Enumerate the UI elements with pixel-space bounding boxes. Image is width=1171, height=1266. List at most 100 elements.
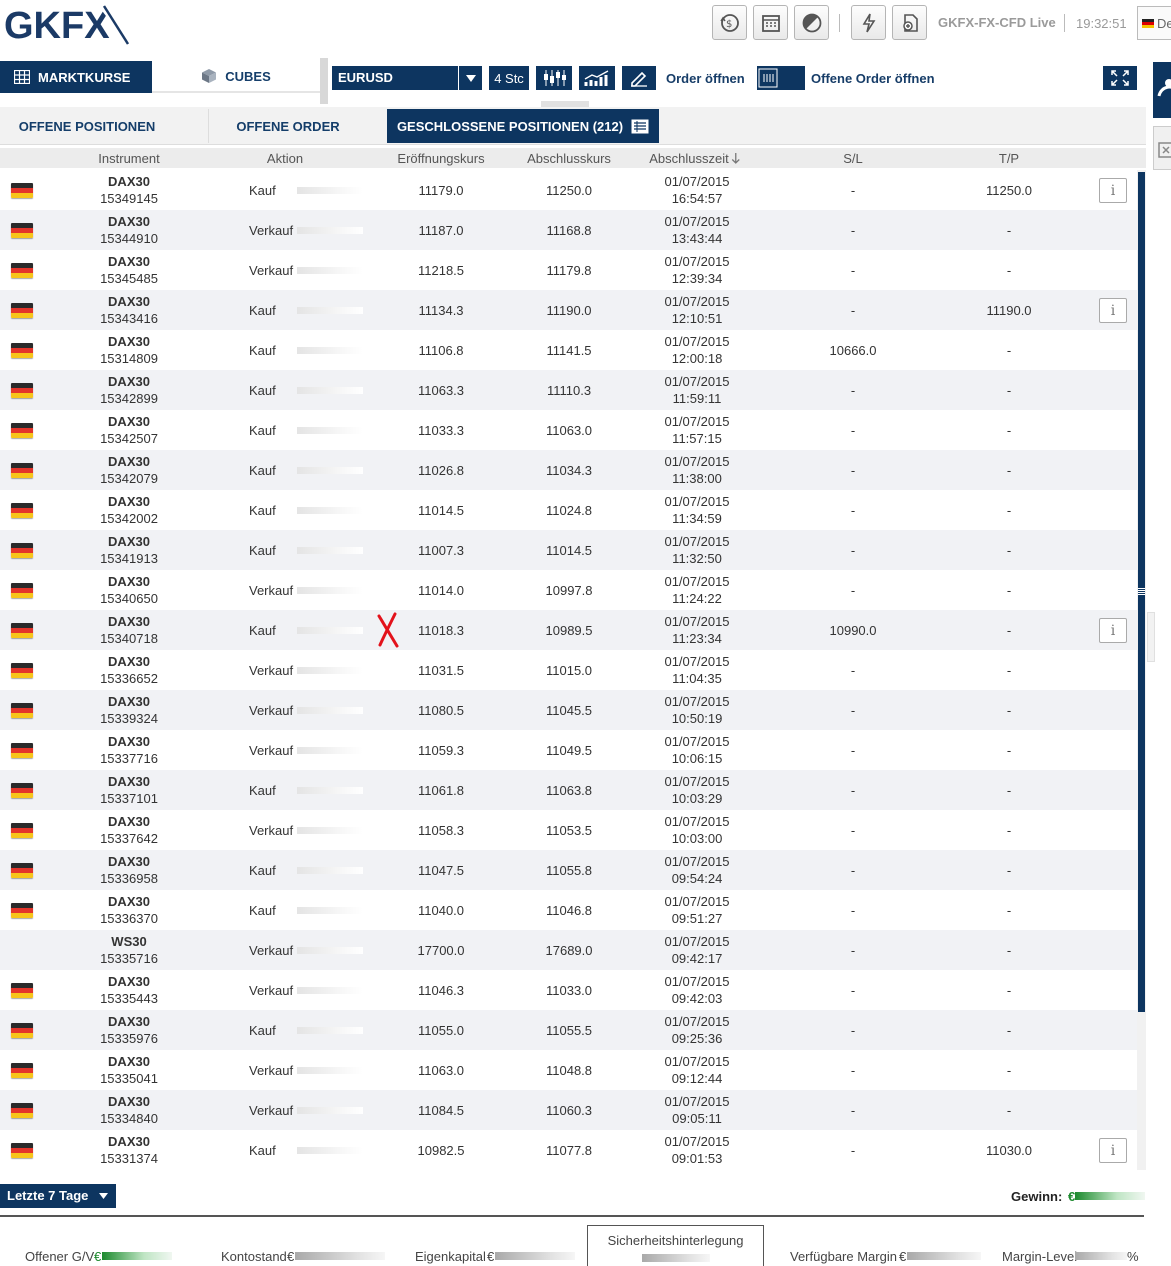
table-row[interactable]: DAX30 15337642 Verkauf 11058.3 11053.5 01/07/… — [0, 810, 1137, 850]
gkfx-logo: GKFX — [4, 2, 134, 48]
right-panel-handle[interactable] — [1147, 612, 1155, 662]
col-close-time[interactable]: Abschlusszeit — [649, 151, 741, 166]
col-open-price[interactable]: Eröffnungskurs — [397, 151, 484, 166]
germany-flag-icon — [11, 583, 33, 598]
instrument-name: DAX30 — [108, 534, 150, 549]
pending-order-open-link[interactable]: Offene Order öffnen — [811, 71, 935, 86]
table-row[interactable]: DAX30 15336652 Verkauf 11031.5 11015.0 01/07/… — [0, 650, 1137, 690]
close-price: 11055.8 — [545, 863, 593, 878]
fullscreen-button[interactable] — [1103, 66, 1137, 90]
instrument-name: WS30 — [111, 934, 147, 949]
side-panel-tab[interactable] — [1153, 62, 1171, 118]
table-row[interactable]: DAX30 15336370 Kauf 11040.0 11046.8 01/07/201… — [0, 890, 1137, 930]
table-row[interactable]: DAX30 15335976 Kauf 11055.0 11055.5 01/07/201… — [0, 1010, 1137, 1050]
tab-cubes[interactable]: CUBES — [152, 61, 320, 93]
period-dropdown[interactable]: Letzte 7 Tage — [0, 1184, 116, 1208]
gewinn-value-redacted — [1075, 1192, 1145, 1200]
kontostand-label: Kontostand — [221, 1249, 287, 1264]
table-row[interactable]: DAX30 15335443 Verkauf 11046.3 11033.0 01/07/… — [0, 970, 1137, 1010]
panel-resize-handle[interactable] — [320, 58, 328, 104]
col-tp[interactable]: T/P — [999, 151, 1019, 166]
table-row[interactable]: DAX30 15339324 Verkauf 11080.5 11045.5 01/07/… — [0, 690, 1137, 730]
position-id: 15337716 — [100, 751, 158, 766]
volume-redacted — [297, 667, 363, 674]
volume-redacted — [297, 707, 363, 714]
instrument-name: DAX30 — [108, 694, 150, 709]
stop-loss: - — [850, 223, 856, 238]
currency-exchange-icon[interactable]: $ — [712, 5, 747, 40]
table-row[interactable]: DAX30 15344910 Verkauf 11187.0 11168.8 01/07/… — [0, 210, 1137, 250]
stop-loss: - — [850, 863, 856, 878]
table-row[interactable]: DAX30 15337101 Kauf 11061.8 11063.8 01/07/201… — [0, 770, 1137, 810]
timeframe-button[interactable]: 4 Stc — [489, 66, 529, 90]
volume-redacted — [297, 587, 363, 594]
table-row[interactable]: DAX30 15340650 Verkauf 11014.0 10997.8 01/07/… — [0, 570, 1137, 610]
contrast-icon[interactable] — [794, 5, 829, 40]
calendar-icon[interactable] — [753, 5, 788, 40]
table-row[interactable]: DAX30 15342507 Kauf 11033.3 11063.0 01/07/201… — [0, 410, 1137, 450]
instrument-name: DAX30 — [108, 814, 150, 829]
table-row[interactable]: DAX30 15334840 Verkauf 11084.5 11060.3 01/07/… — [0, 1090, 1137, 1130]
table-row[interactable]: WS30 15335716 Verkauf 17700.0 17689.0 01/07/2… — [0, 930, 1137, 970]
table-row[interactable]: DAX30 15336958 Kauf 11047.5 11055.8 01/07/201… — [0, 850, 1137, 890]
germany-flag-icon — [11, 223, 33, 238]
close-time: 09:25:36 — [671, 1031, 723, 1046]
tab-open-orders[interactable]: OFFENE ORDER — [208, 107, 368, 145]
take-profit: - — [1006, 983, 1012, 998]
trade-action: Verkauf — [249, 223, 294, 238]
take-profit: - — [1006, 1063, 1012, 1078]
tab-open-positions[interactable]: OFFENE POSITIONEN — [0, 107, 174, 145]
candlestick-chart-button[interactable] — [536, 66, 572, 90]
trade-action: Kauf — [249, 183, 276, 198]
position-id: 15334840 — [100, 1111, 158, 1126]
info-icon[interactable]: i — [1099, 178, 1127, 203]
take-profit: - — [1006, 343, 1012, 358]
table-row[interactable]: DAX30 15314809 Kauf 11106.8 11141.5 01/07/201… — [0, 330, 1137, 370]
cube-icon — [202, 69, 217, 83]
table-row[interactable]: DAX30 15340718 Kauf 11018.3 10989.5 01/07/201… — [0, 610, 1137, 650]
table-row[interactable]: DAX30 15335041 Verkauf 11063.0 11048.8 01/07/… — [0, 1050, 1137, 1090]
draw-tool-button[interactable] — [622, 66, 656, 90]
document-add-icon[interactable] — [892, 5, 927, 40]
order-underline — [757, 88, 805, 90]
trade-action: Kauf — [249, 783, 276, 798]
col-sl[interactable]: S/L — [843, 151, 863, 166]
germany-flag-icon — [11, 703, 33, 718]
germany-flag-icon — [11, 463, 33, 478]
indicator-chart-button[interactable] — [579, 66, 615, 90]
tab-closed-positions[interactable]: GESCHLOSSENE POSITIONEN (212) — [387, 109, 659, 143]
language-selector[interactable]: De — [1137, 6, 1171, 40]
table-row[interactable]: DAX30 15342002 Kauf 11014.5 11024.8 01/07/201… — [0, 490, 1137, 530]
col-close-price[interactable]: Abschlusskurs — [527, 151, 611, 166]
germany-flag-icon — [11, 623, 33, 638]
close-price: 11015.0 — [545, 663, 593, 678]
order-ticket-button[interactable] — [757, 66, 805, 90]
table-row[interactable]: DAX30 15345485 Verkauf 11218.5 11179.8 01/07/… — [0, 250, 1137, 290]
col-action[interactable]: Aktion — [267, 151, 303, 166]
open-price: 11014.0 — [417, 583, 465, 598]
table-row[interactable]: DAX30 15349145 Kauf 11179.0 11250.0 01/07/201… — [0, 170, 1137, 210]
col-instrument[interactable]: Instrument — [98, 151, 159, 166]
take-profit: 11190.0 — [986, 303, 1032, 318]
instrument-name: DAX30 — [108, 854, 150, 869]
table-row[interactable]: DAX30 15331374 Kauf 10982.5 11077.8 01/07/201… — [0, 1130, 1137, 1170]
trade-action: Verkauf — [249, 1103, 294, 1118]
open-price: 11040.0 — [417, 903, 465, 918]
table-row[interactable]: DAX30 15342899 Kauf 11063.3 11110.3 01/07/201… — [0, 370, 1137, 410]
lightning-icon[interactable] — [851, 5, 886, 40]
side-panel-tab-secondary[interactable] — [1153, 126, 1171, 170]
take-profit: - — [1006, 463, 1012, 478]
close-date: 01/07/2015 — [664, 374, 730, 389]
table-row[interactable]: DAX30 15341913 Kauf 11007.3 11014.5 01/07/201… — [0, 530, 1137, 570]
info-icon[interactable]: i — [1099, 618, 1127, 643]
trade-action: Verkauf — [249, 263, 294, 278]
order-open-link[interactable]: Order öffnen — [666, 71, 745, 86]
info-icon[interactable]: i — [1099, 298, 1127, 323]
info-icon[interactable]: i — [1099, 1138, 1127, 1163]
table-row[interactable]: DAX30 15342079 Kauf 11026.8 11034.3 01/07/201… — [0, 450, 1137, 490]
table-row[interactable]: DAX30 15337716 Verkauf 11059.3 11049.5 01/07/… — [0, 730, 1137, 770]
symbol-select[interactable]: EURUSD — [332, 66, 482, 90]
table-row[interactable]: DAX30 15343416 Kauf 11134.3 11190.0 01/07/201… — [0, 290, 1137, 330]
germany-flag-icon — [11, 983, 33, 998]
tab-marktkurse[interactable]: MARKTKURSE — [0, 61, 152, 93]
